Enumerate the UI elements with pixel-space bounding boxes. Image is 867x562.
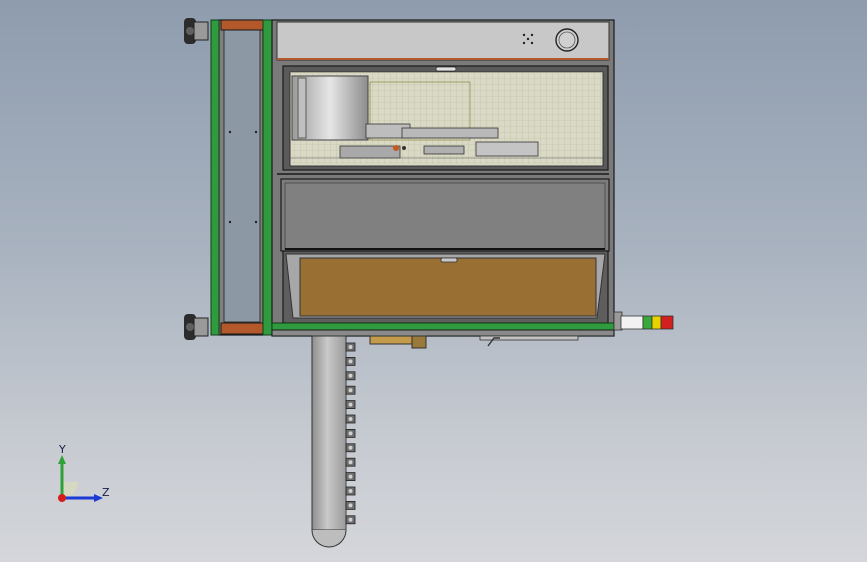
left-frame-rail [210, 19, 220, 336]
chute-clip [345, 515, 356, 525]
top-orange-strip [220, 19, 264, 31]
middle-panel [280, 178, 610, 252]
tower-light-segment [660, 315, 674, 330]
chute-clip [345, 385, 356, 395]
hopper-handle [440, 257, 458, 263]
tower-light-segment [651, 315, 662, 330]
chute-clip [345, 371, 356, 381]
bottom-orange-strip [220, 322, 264, 335]
chute-clip [345, 472, 356, 482]
chute-clip [345, 428, 356, 438]
axis-y-label: Y [59, 443, 66, 456]
machine-drawing [58, 18, 674, 548]
chute-clip [345, 342, 356, 352]
knob-icon [555, 28, 579, 52]
base-fittings [369, 335, 579, 349]
tower-light-segment [620, 315, 644, 330]
caster-wheel-icon [184, 314, 209, 340]
tower-light-icon [613, 311, 674, 331]
chute-clip [345, 356, 356, 366]
window-handle [435, 66, 457, 72]
cad-viewport[interactable]: Y Z [0, 0, 867, 562]
upper-window [282, 65, 609, 171]
chute-clip [345, 400, 356, 410]
chute-clip [345, 486, 356, 496]
chute-clip [345, 443, 356, 453]
chute-clip [345, 414, 356, 424]
inner-frame-rail [262, 19, 273, 336]
chute-clip [345, 457, 356, 467]
caster-wheel-icon [184, 18, 209, 44]
hopper-bin [282, 250, 609, 324]
axis-triad-icon [58, 455, 103, 502]
base-rail [271, 322, 615, 331]
tower-light-segment [642, 315, 653, 330]
chute-clip [345, 500, 356, 510]
chute-clips [345, 342, 356, 525]
vertical-chute [311, 335, 347, 548]
axis-z-label: Z [102, 486, 110, 499]
left-side-panel [210, 19, 273, 336]
